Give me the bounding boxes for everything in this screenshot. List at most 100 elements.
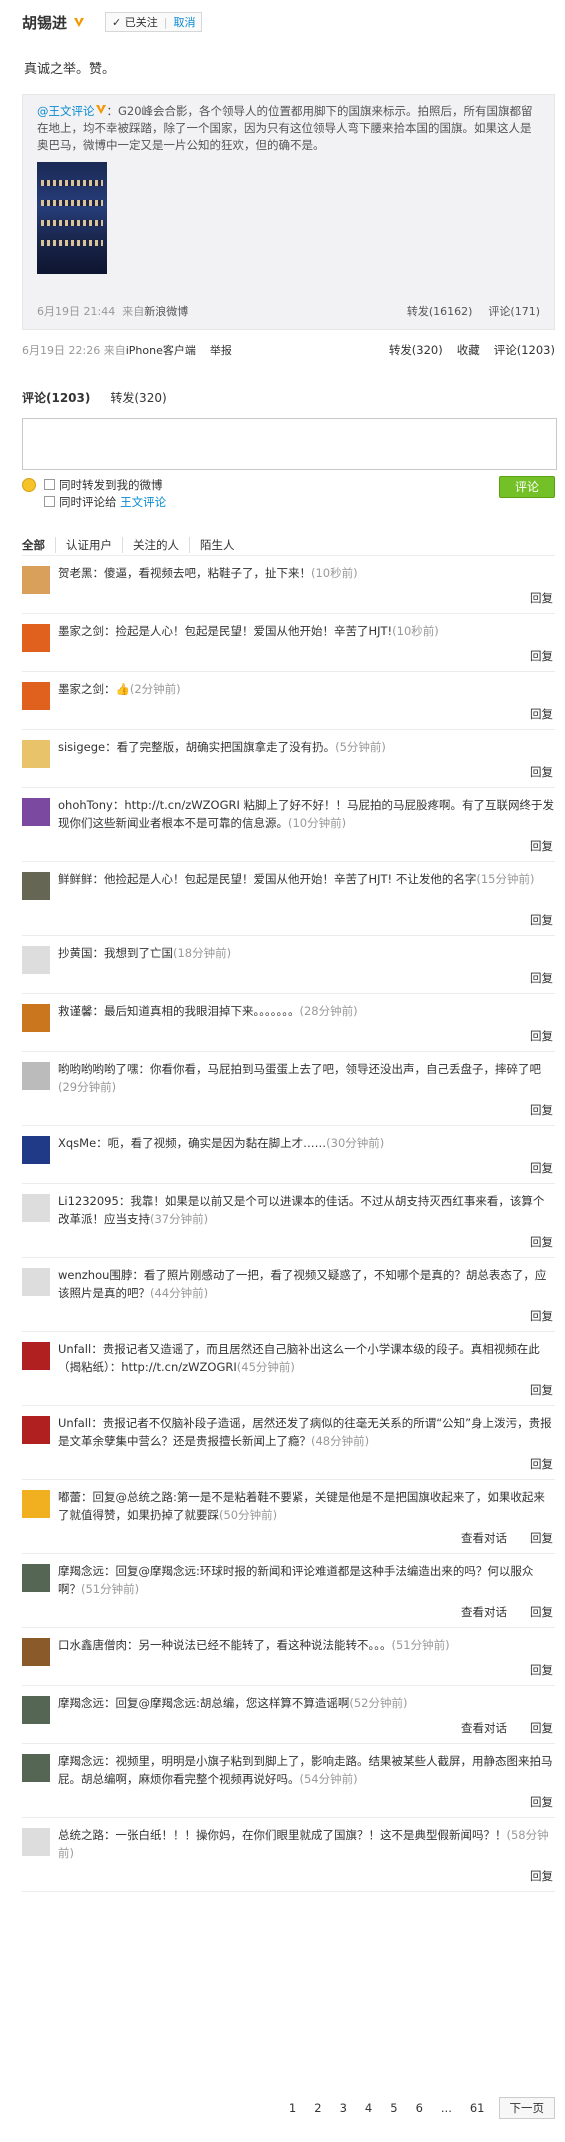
commenter-name-link[interactable]: 总统之路 [58,1828,104,1842]
page-link[interactable]: 5 [386,2101,401,2115]
avatar[interactable] [22,740,50,768]
reply-link[interactable]: 回复 [530,1101,553,1119]
forward-comment-link[interactable]: 评论(171) [488,303,540,319]
commenter-name-link[interactable]: 救谨馨 [58,1004,93,1018]
avatar[interactable] [22,682,50,710]
avatar[interactable] [22,566,50,594]
avatar[interactable] [22,1194,50,1222]
avatar[interactable] [22,1416,50,1444]
unfollow-button[interactable]: 取消 [167,14,201,30]
reply-link[interactable]: 回复 [530,763,553,781]
avatar[interactable] [22,798,50,826]
reply-link[interactable]: 回复 [530,1381,553,1399]
reply-link[interactable]: 回复 [530,589,553,607]
comment-input[interactable] [22,418,557,470]
avatar[interactable] [22,1638,50,1666]
avatar[interactable] [22,1754,50,1782]
weibo-time[interactable]: 6月19日 22:26 [22,342,100,360]
reply-link[interactable]: 回复 [530,1027,553,1045]
commenter-name-link[interactable]: ohohTony [58,798,113,812]
reply-link[interactable]: 回复 [530,837,553,855]
commenter-name-link[interactable]: 口水鑫唐僧肉 [58,1638,127,1652]
avatar[interactable] [22,1564,50,1592]
commenter-name-link[interactable]: sisigege [58,740,105,754]
reply-link[interactable]: 回复 [530,1159,553,1177]
commenter-name-link[interactable]: 哟哟哟哟哟了嘿 [58,1062,139,1076]
reply-link[interactable]: 回复 [530,1867,553,1885]
tab-comments[interactable]: 评论(1203) [22,389,90,406]
view-conversation-link[interactable]: 查看对话 [461,1529,507,1547]
commenter-name-link[interactable]: 鲜鲜鲜 [58,872,93,886]
filter-all[interactable]: 全部 [22,536,56,553]
comment-item: 嘟蕾：回复@总统之路:第一是不是粘着鞋不要紧，关键是他是不是把国旗收起来了，如果… [22,1480,555,1554]
page-link[interactable]: 61 [466,2101,489,2115]
repost-checkbox[interactable] [44,479,55,490]
reply-link[interactable]: 回复 [530,969,553,987]
commenter-name-link[interactable]: Unfall [58,1342,91,1356]
page-link[interactable]: 3 [336,2101,351,2115]
reply-link[interactable]: 回复 [530,1661,553,1679]
commenter-name-link[interactable]: 摩羯念远 [58,1564,104,1578]
reply-link[interactable]: 回复 [530,1455,553,1473]
filter-following[interactable]: 关注的人 [123,536,190,553]
avatar[interactable] [22,1004,50,1032]
comment-body: 贺老黑：傻逼，看视频去吧，粘鞋子了，扯下来！(10秒前) [58,564,555,582]
commenter-name-link[interactable]: 墨家之剑 [58,624,104,638]
emoji-icon[interactable] [22,478,36,492]
reply-link[interactable]: 回复 [530,1307,553,1325]
weibo-source-link[interactable]: iPhone客户端 [126,342,196,360]
forward-author-link[interactable]: @王文评论 [37,104,95,118]
avatar[interactable] [22,1268,50,1296]
username-link[interactable]: 胡锡进 [22,12,67,33]
page-link[interactable]: 2 [310,2101,325,2115]
commenter-name-link[interactable]: 嘟蕾 [58,1490,81,1504]
submit-comment-button[interactable]: 评论 [499,476,555,498]
reply-link[interactable]: 回复 [530,1793,553,1811]
avatar[interactable] [22,872,50,900]
commenter-name-link[interactable]: XqsMe [58,1136,96,1150]
forward-time[interactable]: 6月19日 21:44 [37,303,115,319]
comment-body: 总统之路：一张白纸！！！操你妈，在你们眼里就成了国旗？！这不是典型假新闻吗？！(… [58,1826,555,1862]
commenter-name-link[interactable]: 贺老黑 [58,566,93,580]
reply-link[interactable]: 回复 [530,1603,553,1621]
avatar[interactable] [22,946,50,974]
comment-to-checkbox[interactable] [44,496,55,507]
filter-verified[interactable]: 认证用户 [56,536,123,553]
avatar[interactable] [22,1062,50,1090]
avatar[interactable] [22,1490,50,1518]
commenter-name-link[interactable]: 摩羯念远 [58,1696,104,1710]
commenter-name-link[interactable]: 摩羯念远 [58,1754,104,1768]
page-link[interactable]: 1 [285,2101,300,2115]
avatar[interactable] [22,1828,50,1856]
avatar[interactable] [22,1696,50,1724]
tab-reposts[interactable]: 转发(320) [110,389,166,406]
report-link[interactable]: 举报 [210,342,232,360]
commenter-name-link[interactable]: wenzhou围脖 [58,1268,132,1282]
commenter-name-link[interactable]: 墨家之剑 [58,682,104,696]
commenter-name-link[interactable]: Li1232095 [58,1194,119,1208]
comment-link[interactable]: 评论(1203) [494,342,555,360]
reply-link[interactable]: 回复 [530,705,553,723]
reply-link[interactable]: 回复 [530,1529,553,1547]
favorite-link[interactable]: 收藏 [457,342,480,360]
forward-image-thumbnail[interactable] [37,162,107,274]
commenter-name-link[interactable]: 抄黄国 [58,946,93,960]
page-link[interactable]: 4 [361,2101,376,2115]
next-page-button[interactable]: 下一页 [498,2097,555,2119]
forward-source-link[interactable]: 新浪微博 [144,303,188,319]
reply-link[interactable]: 回复 [530,1233,553,1251]
avatar[interactable] [22,1342,50,1370]
page-link[interactable]: 6 [412,2101,427,2115]
reply-link[interactable]: 回复 [530,1719,553,1737]
filter-strangers[interactable]: 陌生人 [190,537,245,553]
view-conversation-link[interactable]: 查看对话 [461,1719,507,1737]
page-ellipsis: ... [440,2101,452,2115]
commenter-name-link[interactable]: Unfall [58,1416,91,1430]
reply-link[interactable]: 回复 [530,911,553,929]
repost-link[interactable]: 转发(320) [389,342,443,360]
view-conversation-link[interactable]: 查看对话 [461,1603,507,1621]
avatar[interactable] [22,1136,50,1164]
forward-repost-link[interactable]: 转发(16162) [407,303,473,319]
avatar[interactable] [22,624,50,652]
reply-link[interactable]: 回复 [530,647,553,665]
